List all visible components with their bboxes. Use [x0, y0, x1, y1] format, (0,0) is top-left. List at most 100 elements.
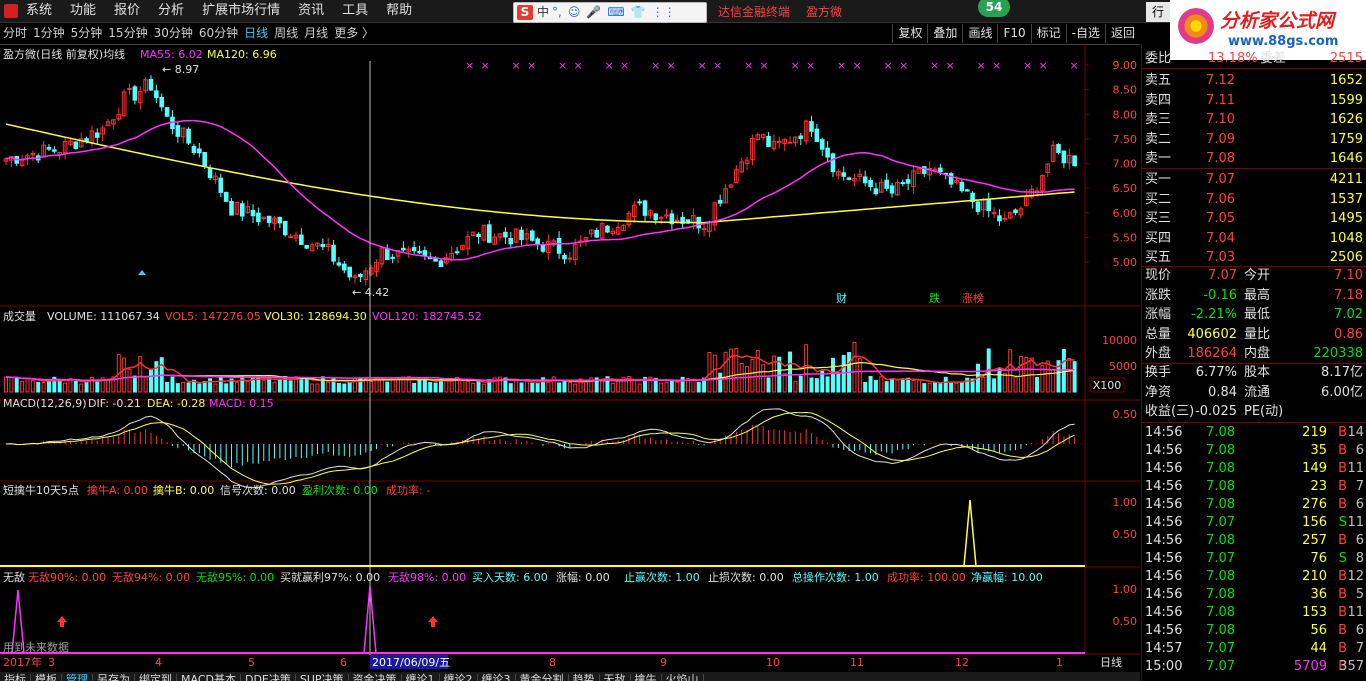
kline-chart-svg[interactable]: 9.00 8.50 8.00 7.50 7.00 6.50 6.00 5.50 5.00 ← 8.…: [0, 44, 1140, 674]
stat-label-2: 今开: [1244, 268, 1271, 283]
divider: [1142, 68, 1366, 69]
ime-toolbar[interactable]: S 中 °, ☺ 🎤 ⌨ 👕 ⋮⋮: [513, 2, 707, 23]
volume-bar: [675, 381, 680, 393]
bottom-tab-14[interactable]: 无敌: [600, 674, 631, 681]
ime-mode-label[interactable]: 中: [537, 5, 549, 19]
chart-button-5[interactable]: -自选: [1065, 24, 1105, 43]
volume-bar: [288, 380, 293, 393]
notification-badge[interactable]: 54: [978, 0, 1010, 17]
period-tab-9[interactable]: 更多 〉: [331, 23, 377, 44]
chart-button-4[interactable]: 标记: [1030, 24, 1066, 43]
bottom-tab-6[interactable]: DDE决策: [241, 674, 296, 681]
volume-bar: [600, 379, 605, 393]
trade-button[interactable]: 行: [1146, 2, 1170, 22]
period-tab-8[interactable]: 月线: [301, 23, 331, 44]
ime-icon-4[interactable]: 👕: [631, 3, 646, 22]
bottom-tab-5[interactable]: MACD基本: [177, 674, 241, 681]
tick-side: B: [1338, 623, 1347, 638]
chart-button-0[interactable]: 复权: [892, 24, 927, 43]
weibi-label: 委比: [1145, 51, 1172, 66]
weibi-value: 13.18%: [1208, 51, 1258, 66]
tick-volume: 5709: [1293, 659, 1327, 674]
stat-value-2: 7.02: [1334, 307, 1363, 322]
period-tab-2[interactable]: 5分钟: [68, 23, 106, 44]
chart-button-3[interactable]: F10: [997, 24, 1030, 43]
volume-bar: [385, 381, 390, 393]
stat-label: 总量: [1145, 326, 1172, 342]
volume-bar: [766, 377, 771, 393]
bottom-tab-13[interactable]: 趋势: [569, 674, 600, 681]
bottom-tab-0[interactable]: 指标: [0, 674, 31, 681]
bottom-tab-9[interactable]: 缠论1: [402, 674, 440, 681]
period-tab-6[interactable]: 日线: [241, 23, 271, 44]
volume-bar: [240, 376, 245, 393]
bottom-tab-1[interactable]: 模板: [31, 674, 62, 681]
price-axis-label: 5.00: [1113, 256, 1138, 269]
bottom-tab-4[interactable]: 绑定到: [135, 674, 177, 681]
ime-icon-0[interactable]: °,: [552, 3, 562, 22]
volume-bar: [943, 376, 948, 393]
chart-button-2[interactable]: 画线: [962, 24, 997, 43]
bottom-tab-10[interactable]: 缠论2: [440, 674, 478, 681]
info-label-2: 股本: [1244, 365, 1271, 380]
menu-item-3[interactable]: 分析: [149, 0, 193, 22]
price-axis-label: 5.50: [1113, 231, 1138, 244]
tick-count: 6: [1355, 443, 1364, 458]
tick-side: B: [1338, 479, 1347, 494]
candle-body: [1056, 143, 1061, 154]
volume-bar: [1045, 360, 1050, 393]
chart-button-1[interactable]: 叠加: [927, 24, 962, 43]
bottom-tab-15[interactable]: 擒牛: [631, 674, 662, 681]
stat-row: 总量 406602 量比 0.86: [1142, 325, 1366, 344]
stat-label-2: 最低: [1244, 307, 1271, 322]
volume-bar: [809, 377, 814, 393]
period-tab-1[interactable]: 1分钟: [30, 23, 68, 44]
info-row: 收益(三) -0.025 PE(动): [1142, 402, 1366, 421]
info-label: 净资: [1145, 384, 1172, 400]
bottom-tab-3[interactable]: 另存为: [93, 674, 135, 681]
period-tab-0[interactable]: 分时: [0, 23, 30, 44]
bottom-tab-11[interactable]: 缠论3: [478, 674, 516, 681]
period-tab-3[interactable]: 15分钟: [105, 23, 150, 44]
menu-item-6[interactable]: 工具: [333, 0, 377, 22]
date-label: 5: [248, 656, 255, 669]
bottom-tab-2[interactable]: 管理: [62, 674, 93, 681]
ime-icon-3[interactable]: ⌨: [607, 3, 624, 22]
menu-item-1[interactable]: 功能: [61, 0, 105, 22]
volume-bar: [659, 382, 664, 393]
top-marker: ×: [527, 59, 536, 72]
candle-body: [873, 188, 879, 195]
menu-item-5[interactable]: 资讯: [289, 0, 333, 22]
ime-icon-2[interactable]: 🎤: [586, 3, 601, 22]
stat-value: -0.16: [1203, 287, 1237, 303]
period-tab-4[interactable]: 30分钟: [151, 23, 196, 44]
chart-button-6[interactable]: 返回: [1104, 24, 1140, 43]
period-tab-7[interactable]: 周线: [271, 23, 301, 44]
tick-row: 14:56 7.07 76 S 8: [1142, 549, 1366, 568]
bottom-tab-8[interactable]: 资金决策: [349, 674, 402, 681]
top-marker: ×: [667, 59, 676, 72]
tick-volume: 257: [1302, 533, 1327, 548]
candle-body: [776, 140, 782, 143]
tick-time: 14:57: [1145, 641, 1183, 656]
candle-body: [653, 213, 659, 221]
tick-row: 14:56 7.08 153 B 11: [1142, 603, 1366, 622]
volume-bar: [154, 361, 159, 393]
bottom-tab-16[interactable]: 火焰山: [662, 674, 704, 681]
ime-icon-1[interactable]: ☺: [568, 3, 581, 22]
menu-item-4[interactable]: 扩展市场行情: [193, 0, 289, 22]
bottom-tab-12[interactable]: 黄金分割: [516, 674, 569, 681]
candle-body: [519, 229, 524, 241]
ime-icon-5[interactable]: ⋮⋮: [652, 3, 676, 22]
menu-item-7[interactable]: 帮助: [377, 0, 421, 22]
chart-area[interactable]: 9.00 8.50 8.00 7.50 7.00 6.50 6.00 5.50 5.00 ← 8.…: [0, 44, 1140, 674]
bottom-tab-7[interactable]: SUP决策: [296, 674, 349, 681]
volume-bar: [30, 380, 35, 393]
volume-bar: [106, 379, 111, 393]
volume-bar: [610, 382, 615, 393]
price-axis-label: 9.00: [1113, 59, 1138, 72]
vol30-label: VOL30: 128694.30: [264, 310, 367, 323]
menu-item-2[interactable]: 报价: [105, 0, 149, 22]
volume-bar: [175, 383, 180, 393]
period-tab-5[interactable]: 60分钟: [196, 23, 241, 44]
